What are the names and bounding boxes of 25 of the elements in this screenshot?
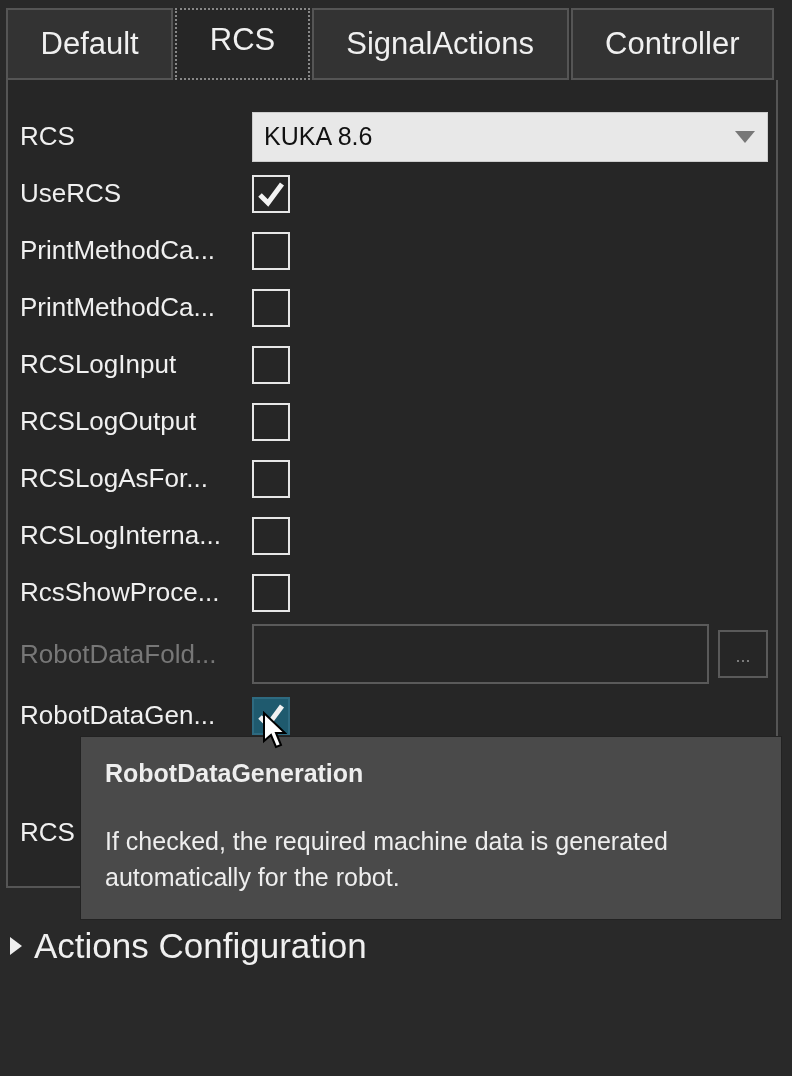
property-label: RobotDataGen...	[20, 700, 216, 730]
property-label: RcsShowProce...	[20, 577, 220, 607]
mouse-pointer-icon	[262, 711, 288, 749]
property-label: UseRCS	[20, 178, 122, 208]
property-label: RobotDataFold...	[20, 638, 217, 669]
tooltip-title: RobotDataGeneration	[105, 758, 365, 789]
tab[interactable]: SignalActions	[311, 8, 569, 80]
property-label: RCSLogOutput	[20, 406, 197, 436]
property-label: PrintMethodCa...	[20, 292, 216, 322]
caret-right-icon	[8, 936, 22, 955]
dropdown-arrow-icon	[735, 130, 755, 143]
tab[interactable]: Controller	[570, 8, 774, 80]
property-label: RCSLogInput	[20, 349, 177, 379]
property-label: RCS	[20, 817, 75, 847]
section-header[interactable]: Actions Configuration	[0, 928, 792, 963]
dropdown[interactable]: KUKA 8.6	[252, 111, 768, 162]
tab[interactable]: RCS	[175, 8, 310, 80]
property-label: RCSLogAsFor...	[20, 463, 208, 493]
tab[interactable]: Default	[6, 8, 174, 80]
checkmark-icon	[257, 180, 285, 207]
property-label: RCS	[20, 121, 75, 151]
section-title: Actions Configuration	[34, 928, 367, 963]
property-label: PrintMethodCa...	[20, 235, 216, 265]
property-label: RCSLogInterna...	[20, 520, 221, 550]
tooltip-text: If checked, the required machine data is generated automatically for the robot.	[105, 825, 669, 893]
